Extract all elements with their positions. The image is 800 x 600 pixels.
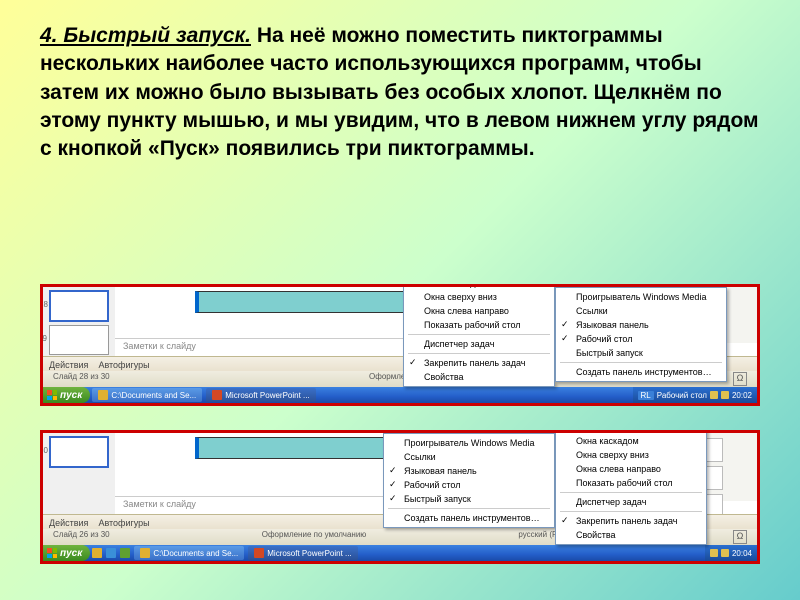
powerpoint-icon <box>254 548 264 558</box>
clock[interactable]: 20:02 <box>732 391 752 400</box>
screenshot-1: 28 29 Показывать при вставке слай Заметк… <box>40 284 760 406</box>
start-label: пуск <box>60 548 82 559</box>
slide-thumbnails: 28 29 <box>43 287 116 359</box>
slide-thumbnails: 30 <box>43 433 116 517</box>
menu-item-lock-taskbar[interactable]: ✓Закрепить панель задач <box>404 356 554 370</box>
quick-launch-icon[interactable] <box>106 548 116 558</box>
screenshot-2: 30 Показывать при вставке слай Заметки к… <box>40 430 760 564</box>
paragraph: 4. Быстрый запуск. На неё можно поместит… <box>0 0 800 174</box>
quick-launch-icon[interactable] <box>120 548 130 558</box>
submenu-item-create[interactable]: Создать панель инструментов… <box>556 365 726 379</box>
design-label: Оформление по умолчанию <box>262 530 367 544</box>
tray-icon[interactable] <box>710 549 718 557</box>
windows-logo-icon <box>47 390 57 400</box>
folder-icon <box>140 548 150 558</box>
submenu-item-wmp[interactable]: Проигрыватель Windows Media <box>556 290 726 304</box>
quick-launch-icon[interactable] <box>92 548 102 558</box>
submenu-item-quicklaunch[interactable]: Быстрый запуск <box>556 346 726 360</box>
omega-icon[interactable]: Ω <box>733 530 747 544</box>
menu-item-show-desktop[interactable]: Показать рабочий стол <box>556 476 706 490</box>
check-icon: ✓ <box>409 357 417 368</box>
actions-menu[interactable]: Действия <box>49 518 88 528</box>
check-icon: ✓ <box>389 465 397 476</box>
tray-icon[interactable] <box>721 391 729 399</box>
slide-counter: Слайд 28 из 30 <box>53 372 110 386</box>
start-label: пуск <box>60 390 82 401</box>
thumb-number: 30 <box>40 446 48 455</box>
check-icon: ✓ <box>561 515 569 526</box>
omega-icon[interactable]: Ω <box>733 372 747 386</box>
taskbar: пуск C:\Documents and Se... Microsoft Po… <box>43 545 757 561</box>
windows-logo-icon <box>47 548 57 558</box>
language-indicator[interactable]: RL <box>638 391 654 400</box>
toolbars-submenu: Проигрыватель Windows Media Ссылки ✓Язык… <box>555 287 727 382</box>
powerpoint-icon <box>212 390 222 400</box>
menu-item-tile-v[interactable]: Окна сверху вниз <box>404 290 554 304</box>
taskbar-context-menu: Панели инструментов▸ Окна каскадом Окна … <box>403 284 555 387</box>
thumb-number: 28 <box>40 300 48 309</box>
autoshapes-menu[interactable]: Автофигуры <box>98 360 149 370</box>
submenu-item-langpanel[interactable]: ✓Языковая панель <box>556 318 726 332</box>
heading-title: 4. Быстрый запуск. <box>40 24 251 47</box>
clock[interactable]: 20:04 <box>732 549 752 558</box>
taskbar: пуск C:\Documents and Se... Microsoft Po… <box>43 387 757 403</box>
slide-counter: Слайд 26 из 30 <box>53 530 110 544</box>
system-tray: RL Рабочий стол 20:02 <box>633 387 757 403</box>
tray-desktop-label[interactable]: Рабочий стол <box>657 391 707 400</box>
folder-icon <box>98 390 108 400</box>
taskbar-context-menu: Панели инструментов▸ Окна каскадом Окна … <box>555 430 707 545</box>
actions-menu[interactable]: Действия <box>49 360 88 370</box>
menu-item-tile-v[interactable]: Окна сверху вниз <box>556 448 706 462</box>
submenu-item-create[interactable]: Создать панель инструментов… <box>384 511 554 525</box>
menu-item-show-desktop[interactable]: Показать рабочий стол <box>404 318 554 332</box>
check-icon: ✓ <box>561 319 569 330</box>
start-button[interactable]: пуск <box>43 387 90 403</box>
submenu-item-quicklaunch[interactable]: ✓Быстрый запуск <box>384 492 554 506</box>
menu-item-cascade[interactable]: Окна каскадом <box>556 434 706 448</box>
submenu-item-links[interactable]: Ссылки <box>556 304 726 318</box>
taskbar-item-explorer[interactable]: C:\Documents and Se... <box>134 546 244 560</box>
submenu-item-desktop[interactable]: ✓Рабочий стол <box>384 478 554 492</box>
menu-item-tile-h[interactable]: Окна слева направо <box>556 462 706 476</box>
autoshapes-menu[interactable]: Автофигуры <box>98 518 149 528</box>
menu-item-tile-h[interactable]: Окна слева направо <box>404 304 554 318</box>
tray-icon[interactable] <box>710 391 718 399</box>
submenu-item-desktop[interactable]: ✓Рабочий стол <box>556 332 726 346</box>
menu-item-lock-taskbar[interactable]: ✓Закрепить панель задач <box>556 514 706 528</box>
taskbar-item-explorer[interactable]: C:\Documents and Se... <box>92 388 202 402</box>
submenu-item-wmp[interactable]: Проигрыватель Windows Media <box>384 436 554 450</box>
check-icon: ✓ <box>561 333 569 344</box>
menu-item-taskmgr[interactable]: Диспетчер задач <box>404 337 554 351</box>
submenu-item-langpanel[interactable]: ✓Языковая панель <box>384 464 554 478</box>
menu-item-properties[interactable]: Свойства <box>404 370 554 384</box>
menu-item-properties[interactable]: Свойства <box>556 528 706 542</box>
menu-item-taskmgr[interactable]: Диспетчер задач <box>556 495 706 509</box>
toolbars-submenu: Проигрыватель Windows Media Ссылки ✓Язык… <box>383 433 555 528</box>
check-icon: ✓ <box>389 493 397 504</box>
taskbar-item-powerpoint[interactable]: Microsoft PowerPoint ... <box>248 546 357 560</box>
thumb-number: 29 <box>40 334 47 343</box>
system-tray: 20:04 <box>705 545 757 561</box>
tray-icon[interactable] <box>721 549 729 557</box>
check-icon: ✓ <box>389 479 397 490</box>
submenu-item-links[interactable]: Ссылки <box>384 450 554 464</box>
start-button[interactable]: пуск <box>43 545 90 561</box>
taskbar-item-powerpoint[interactable]: Microsoft PowerPoint ... <box>206 388 315 402</box>
